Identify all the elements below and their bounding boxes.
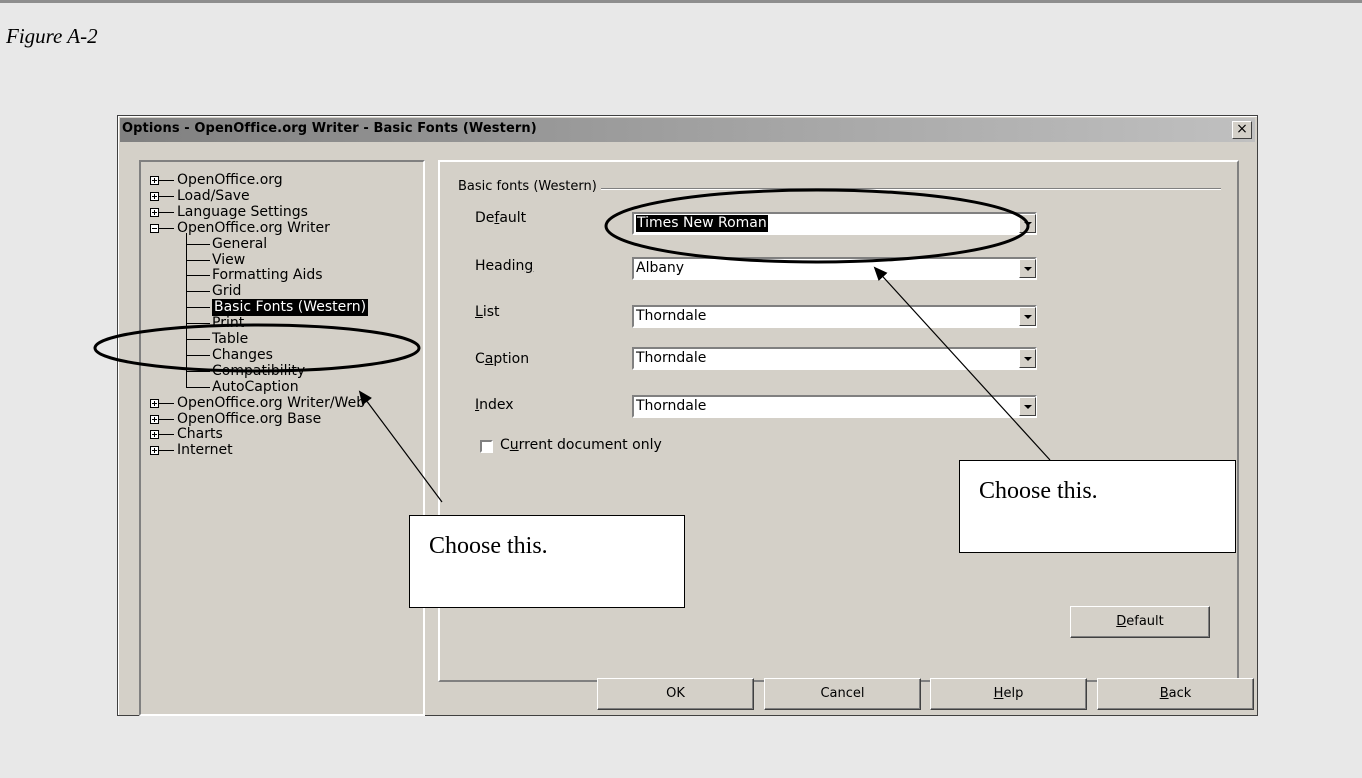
tree-connector	[186, 260, 210, 261]
help-button[interactable]: Help	[930, 678, 1087, 710]
tree-connector	[186, 323, 210, 324]
expand-icon[interactable]	[150, 176, 159, 185]
tree-connector	[159, 450, 174, 451]
expand-icon[interactable]	[150, 208, 159, 217]
back-button[interactable]: Back	[1097, 678, 1254, 710]
group-divider	[601, 188, 1221, 189]
tree-item[interactable]: OpenOffice.org Writer	[177, 220, 330, 237]
tree-item[interactable]: OpenOffice.org	[177, 172, 283, 189]
list-font-value: Thorndale	[636, 308, 707, 324]
tree-connector	[159, 434, 174, 435]
tree-connector	[159, 212, 174, 213]
default-font-value: Times New Roman	[636, 215, 768, 232]
tree-item[interactable]: Language Settings	[177, 204, 308, 221]
tree-connector	[186, 339, 210, 340]
caption-font-combo[interactable]: Thorndale	[632, 347, 1037, 370]
tree-item[interactable]: OpenOffice.org Writer/Web	[177, 395, 365, 412]
expand-icon[interactable]	[150, 415, 159, 424]
tree-connector	[186, 355, 210, 356]
callout-left: Choose this.	[409, 515, 685, 608]
tree-item[interactable]: Table	[212, 331, 248, 348]
tree-connector	[159, 228, 174, 229]
tree-connector	[186, 233, 187, 388]
dialog-title: Options - OpenOffice.org Writer - Basic …	[122, 121, 537, 136]
tree-item[interactable]: General	[212, 236, 267, 253]
tree-connector	[186, 387, 210, 388]
expand-icon[interactable]	[150, 446, 159, 455]
tree-item[interactable]: Internet	[177, 442, 233, 459]
tree-item[interactable]: Formatting Aids	[212, 267, 323, 284]
tree-connector	[159, 419, 174, 420]
close-icon: ×	[1236, 121, 1248, 137]
chevron-down-icon[interactable]	[1019, 307, 1036, 326]
top-rule	[0, 0, 1362, 3]
index-font-combo[interactable]: Thorndale	[632, 395, 1037, 418]
tree-connector	[159, 180, 174, 181]
tree-item[interactable]: AutoCaption	[212, 379, 299, 396]
ok-button[interactable]: OK	[597, 678, 754, 710]
callout-right: Choose this.	[959, 460, 1236, 553]
tree-connector	[186, 371, 210, 372]
tree-connector	[159, 196, 174, 197]
tree-item[interactable]: Charts	[177, 426, 223, 443]
tree-item[interactable]: Print	[212, 315, 244, 332]
chevron-down-icon[interactable]	[1019, 214, 1036, 233]
list-font-combo[interactable]: Thorndale	[632, 305, 1037, 328]
group-title: Basic fonts (Western)	[458, 179, 601, 194]
label-default: Default	[475, 210, 527, 226]
label-caption: Caption	[475, 351, 530, 367]
label-list: List	[475, 304, 500, 320]
tree-connector	[186, 244, 210, 245]
heading-font-combo[interactable]: Albany	[632, 257, 1037, 280]
index-font-value: Thorndale	[636, 398, 707, 414]
expand-icon[interactable]	[150, 430, 159, 439]
default-button[interactable]: Default	[1070, 606, 1210, 638]
default-font-combo[interactable]: Times New Roman	[632, 212, 1037, 235]
chevron-down-icon[interactable]	[1019, 259, 1036, 278]
tree-connector	[186, 291, 210, 292]
cancel-button[interactable]: Cancel	[764, 678, 921, 710]
tree-item[interactable]: Basic Fonts (Western)	[212, 299, 369, 316]
label-heading: Heading	[475, 258, 534, 274]
current-document-only-label: Current document only	[500, 437, 662, 453]
tree-connector	[186, 307, 210, 308]
title-bar: Options - OpenOffice.org Writer - Basic …	[120, 118, 1255, 142]
tree-item[interactable]: Load/Save	[177, 188, 250, 205]
close-button[interactable]: ×	[1232, 121, 1252, 139]
collapse-icon[interactable]	[150, 224, 159, 233]
current-document-only-checkbox[interactable]	[480, 440, 493, 453]
expand-icon[interactable]	[150, 399, 159, 408]
tree-item[interactable]: Grid	[212, 283, 241, 300]
chevron-down-icon[interactable]	[1019, 349, 1036, 368]
caption-font-value: Thorndale	[636, 350, 707, 366]
tree-connector	[186, 275, 210, 276]
figure-caption: Figure A-2	[6, 24, 98, 48]
heading-font-value: Albany	[636, 260, 685, 276]
tree-item[interactable]: Compatibility	[212, 363, 305, 380]
expand-icon[interactable]	[150, 192, 159, 201]
label-index: Index	[475, 397, 514, 413]
tree-connector	[159, 403, 174, 404]
chevron-down-icon[interactable]	[1019, 397, 1036, 416]
tree-item[interactable]: Changes	[212, 347, 273, 364]
